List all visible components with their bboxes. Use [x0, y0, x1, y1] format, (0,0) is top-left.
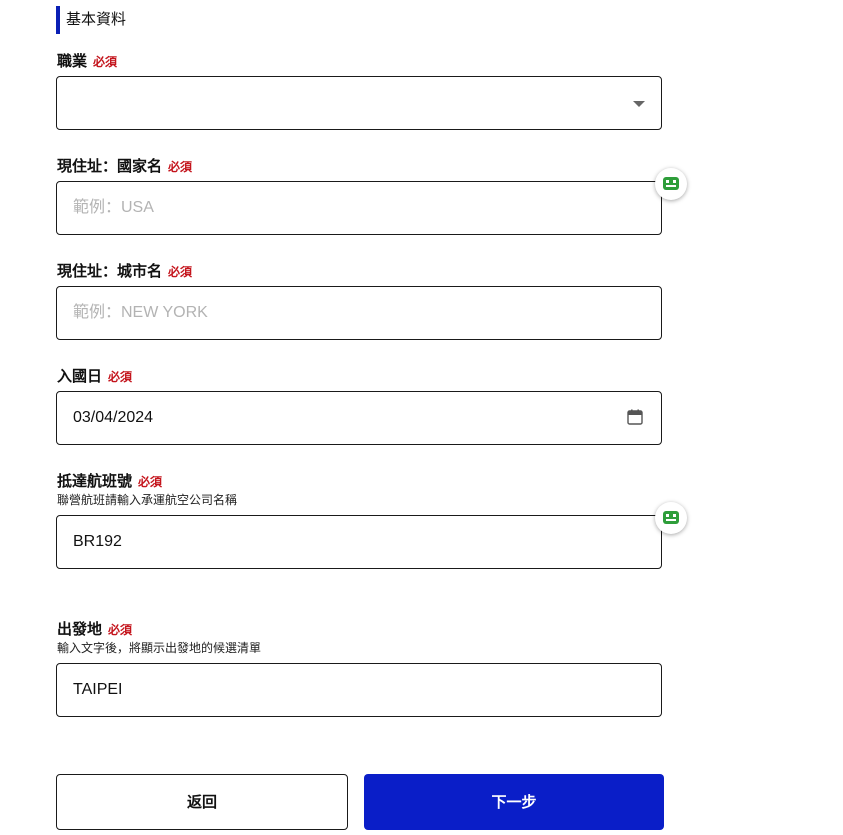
country-placeholder: 範例：USA — [73, 199, 154, 216]
entry-date-value: 03/04/2024 — [73, 409, 154, 426]
section-title-text: 基本資料 — [66, 10, 127, 28]
required-badge: 必須 — [168, 160, 193, 174]
departure-label-text: 出發地 — [57, 620, 103, 638]
flight-hint: 聯營航班請輸入承運航空公司名稱 — [57, 493, 238, 507]
country-label-text: 現住址：國家名 — [57, 157, 163, 175]
country-label: 現住址：國家名 必須 — [57, 156, 192, 177]
entry-date-label: 入國日 必須 — [57, 366, 132, 387]
flight-input[interactable]: BR192 — [56, 515, 662, 569]
entry-date-input[interactable]: 03/04/2024 — [56, 391, 662, 445]
flight-label-text: 抵達航班號 — [57, 472, 133, 490]
occupation-label: 職業 必須 — [57, 51, 117, 72]
password-manager-glyph — [663, 177, 679, 190]
required-badge: 必須 — [108, 623, 133, 637]
flight-value: BR192 — [73, 533, 122, 550]
password-manager-glyph — [663, 511, 679, 524]
city-label-text: 現住址：城市名 — [57, 262, 163, 280]
city-placeholder: 範例：NEW YORK — [73, 304, 208, 321]
required-badge: 必須 — [93, 55, 118, 69]
required-badge: 必須 — [168, 265, 193, 279]
calendar-icon[interactable] — [627, 409, 643, 425]
flight-label: 抵達航班號 必須 — [57, 471, 162, 492]
country-input[interactable]: 範例：USA — [56, 181, 662, 235]
password-manager-icon[interactable] — [655, 502, 687, 534]
next-button[interactable]: 下一步 — [364, 774, 664, 830]
departure-input[interactable]: TAIPEI — [56, 663, 662, 717]
occupation-label-text: 職業 — [57, 52, 88, 70]
departure-label: 出發地 必須 — [57, 619, 132, 640]
departure-value: TAIPEI — [73, 681, 123, 698]
required-badge: 必須 — [108, 370, 133, 384]
required-badge: 必須 — [138, 475, 163, 489]
chevron-down-icon — [633, 101, 645, 107]
password-manager-icon[interactable] — [655, 168, 687, 200]
departure-hint: 輸入文字後，將顯示出發地的候選清單 — [57, 641, 262, 655]
city-input[interactable]: 範例：NEW YORK — [56, 286, 662, 340]
section-title: 基本資料 — [56, 6, 126, 34]
city-label: 現住址：城市名 必須 — [57, 261, 192, 282]
back-button[interactable]: 返回 — [56, 774, 348, 830]
occupation-select[interactable] — [56, 76, 662, 130]
entry-date-label-text: 入國日 — [57, 367, 103, 385]
